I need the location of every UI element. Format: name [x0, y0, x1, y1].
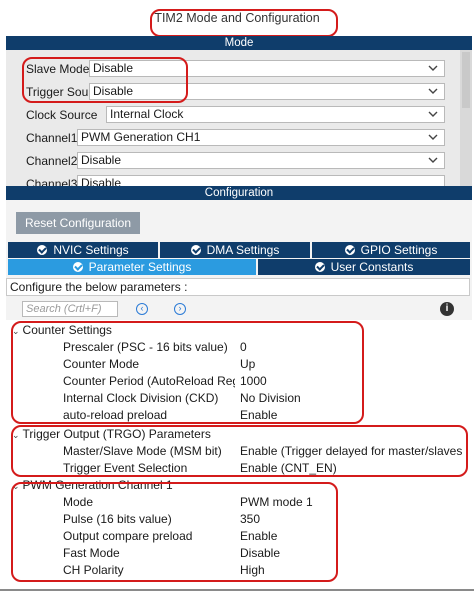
- chevron-down-icon: [428, 157, 438, 163]
- check-circle-icon: [37, 245, 48, 255]
- mode-row-channel3: Channel3 Disable: [6, 173, 462, 186]
- param-value[interactable]: 1000: [240, 374, 466, 388]
- param-value[interactable]: 350: [240, 512, 466, 526]
- tab-nvic-settings[interactable]: NVIC Settings: [8, 242, 158, 258]
- mode-header: Mode: [6, 36, 472, 50]
- channel2-select[interactable]: Disable: [77, 152, 445, 169]
- select-value: Disable: [81, 153, 122, 167]
- param-value[interactable]: PWM mode 1: [240, 495, 466, 509]
- param-name: CH Polarity: [63, 563, 124, 577]
- tab-label: GPIO Settings: [360, 243, 438, 257]
- mode-panel: Slave Mode Disable Trigger Source Disabl…: [6, 50, 472, 186]
- param-name: Counter Mode: [63, 357, 140, 371]
- tab-dma-settings[interactable]: DMA Settings: [160, 242, 310, 258]
- mode-row-clock-source: Clock Source Internal Clock: [6, 104, 462, 126]
- clock-source-select[interactable]: Internal Clock: [106, 106, 445, 123]
- window-title: TIM2 Mode and Configuration: [0, 0, 474, 36]
- param-name: auto-reload preload: [63, 408, 168, 422]
- param-value[interactable]: 0: [240, 340, 466, 354]
- tab-label: Parameter Settings: [88, 260, 192, 274]
- param-name: Fast Mode: [63, 546, 120, 560]
- tab-label: User Constants: [330, 260, 414, 274]
- tab-gpio-settings[interactable]: GPIO Settings: [312, 242, 470, 258]
- select-value: Internal Clock: [110, 107, 184, 121]
- select-value: PWM Generation CH1: [81, 130, 201, 144]
- select-value: Disable: [93, 84, 134, 98]
- configure-instruction: Configure the below parameters :: [6, 278, 470, 296]
- mode-label: Channel1: [26, 131, 78, 145]
- next-result-icon[interactable]: ›: [174, 303, 186, 315]
- tab-label: NVIC Settings: [53, 243, 129, 257]
- collapse-arrow-icon: ⌄: [12, 481, 20, 491]
- collapse-arrow-icon: ⌄: [12, 430, 20, 440]
- group-trigger-output[interactable]: ⌄ Trigger Output (TRGO) Parameters: [12, 427, 211, 441]
- chevron-down-icon: [428, 111, 438, 117]
- param-value[interactable]: High: [240, 563, 466, 577]
- param-name: Trigger Event Selection: [63, 461, 188, 475]
- mode-row-channel2: Channel2 Disable: [6, 150, 462, 172]
- param-name: Prescaler (PSC - 16 bits value): [63, 340, 228, 354]
- group-title: Trigger Output (TRGO) Parameters: [22, 427, 211, 441]
- check-circle-icon: [72, 262, 83, 272]
- tab-user-constants[interactable]: User Constants: [258, 259, 470, 275]
- chevron-down-icon: [428, 65, 438, 71]
- tab-label: DMA Settings: [206, 243, 280, 257]
- check-circle-icon: [344, 245, 355, 255]
- channel3-select[interactable]: Disable: [77, 175, 445, 186]
- mode-row-trigger-source: Trigger Source Disable: [6, 81, 462, 103]
- param-name: Mode: [63, 495, 94, 509]
- scrollbar-thumb[interactable]: [462, 52, 470, 108]
- param-value[interactable]: Up: [240, 357, 466, 371]
- window-title-text: TIM2 Mode and Configuration: [154, 11, 320, 25]
- reset-configuration-button[interactable]: Reset Configuration: [16, 212, 140, 234]
- group-counter-settings[interactable]: ⌄ Counter Settings: [12, 323, 112, 337]
- mode-row-channel1: Channel1 PWM Generation CH1: [6, 127, 462, 149]
- mode-label: Channel2: [26, 154, 78, 168]
- group-pwm-generation-channel1[interactable]: ⌄ PWM Generation Channel 1: [12, 478, 173, 492]
- param-value[interactable]: Enable: [240, 529, 466, 543]
- param-name: Pulse (16 bits value): [63, 512, 172, 526]
- mode-scrollbar[interactable]: [460, 50, 472, 186]
- mode-label: Slave Mode: [26, 62, 90, 76]
- select-value: Disable: [81, 176, 122, 186]
- param-value[interactable]: Enable: [240, 408, 466, 422]
- trigger-source-select[interactable]: Disable: [89, 83, 445, 100]
- chevron-down-icon: [428, 134, 438, 140]
- param-name: Internal Clock Division (CKD): [63, 391, 219, 405]
- channel1-select[interactable]: PWM Generation CH1: [77, 129, 445, 146]
- configuration-header: Configuration: [6, 186, 472, 200]
- mode-label: Clock Source: [26, 108, 98, 122]
- param-name: Output compare preload: [63, 529, 193, 543]
- previous-result-icon[interactable]: ‹: [136, 303, 148, 315]
- param-value[interactable]: Disable: [240, 546, 466, 560]
- select-value: Disable: [93, 61, 134, 75]
- group-title: PWM Generation Channel 1: [22, 478, 173, 492]
- info-icon[interactable]: i: [440, 302, 454, 316]
- chevron-down-icon: [428, 88, 438, 94]
- param-value[interactable]: No Division: [240, 391, 466, 405]
- tab-parameter-settings[interactable]: Parameter Settings: [8, 259, 256, 275]
- search-input[interactable]: Search (Crtl+F): [22, 301, 118, 317]
- param-name: Master/Slave Mode (MSM bit): [63, 444, 222, 458]
- mode-row-slave-mode: Slave Mode Disable: [6, 58, 462, 80]
- param-name: Counter Period (AutoReload Regi...: [63, 374, 235, 388]
- param-value[interactable]: Enable (CNT_EN): [240, 461, 466, 475]
- collapse-arrow-icon: ⌄: [12, 326, 20, 336]
- group-title: Counter Settings: [22, 323, 112, 337]
- check-circle-icon: [190, 245, 201, 255]
- check-circle-icon: [314, 262, 325, 272]
- param-value[interactable]: Enable (Trigger delayed for master/slave…: [240, 444, 466, 458]
- slave-mode-select[interactable]: Disable: [89, 60, 445, 77]
- mode-label: Channel3: [26, 177, 78, 186]
